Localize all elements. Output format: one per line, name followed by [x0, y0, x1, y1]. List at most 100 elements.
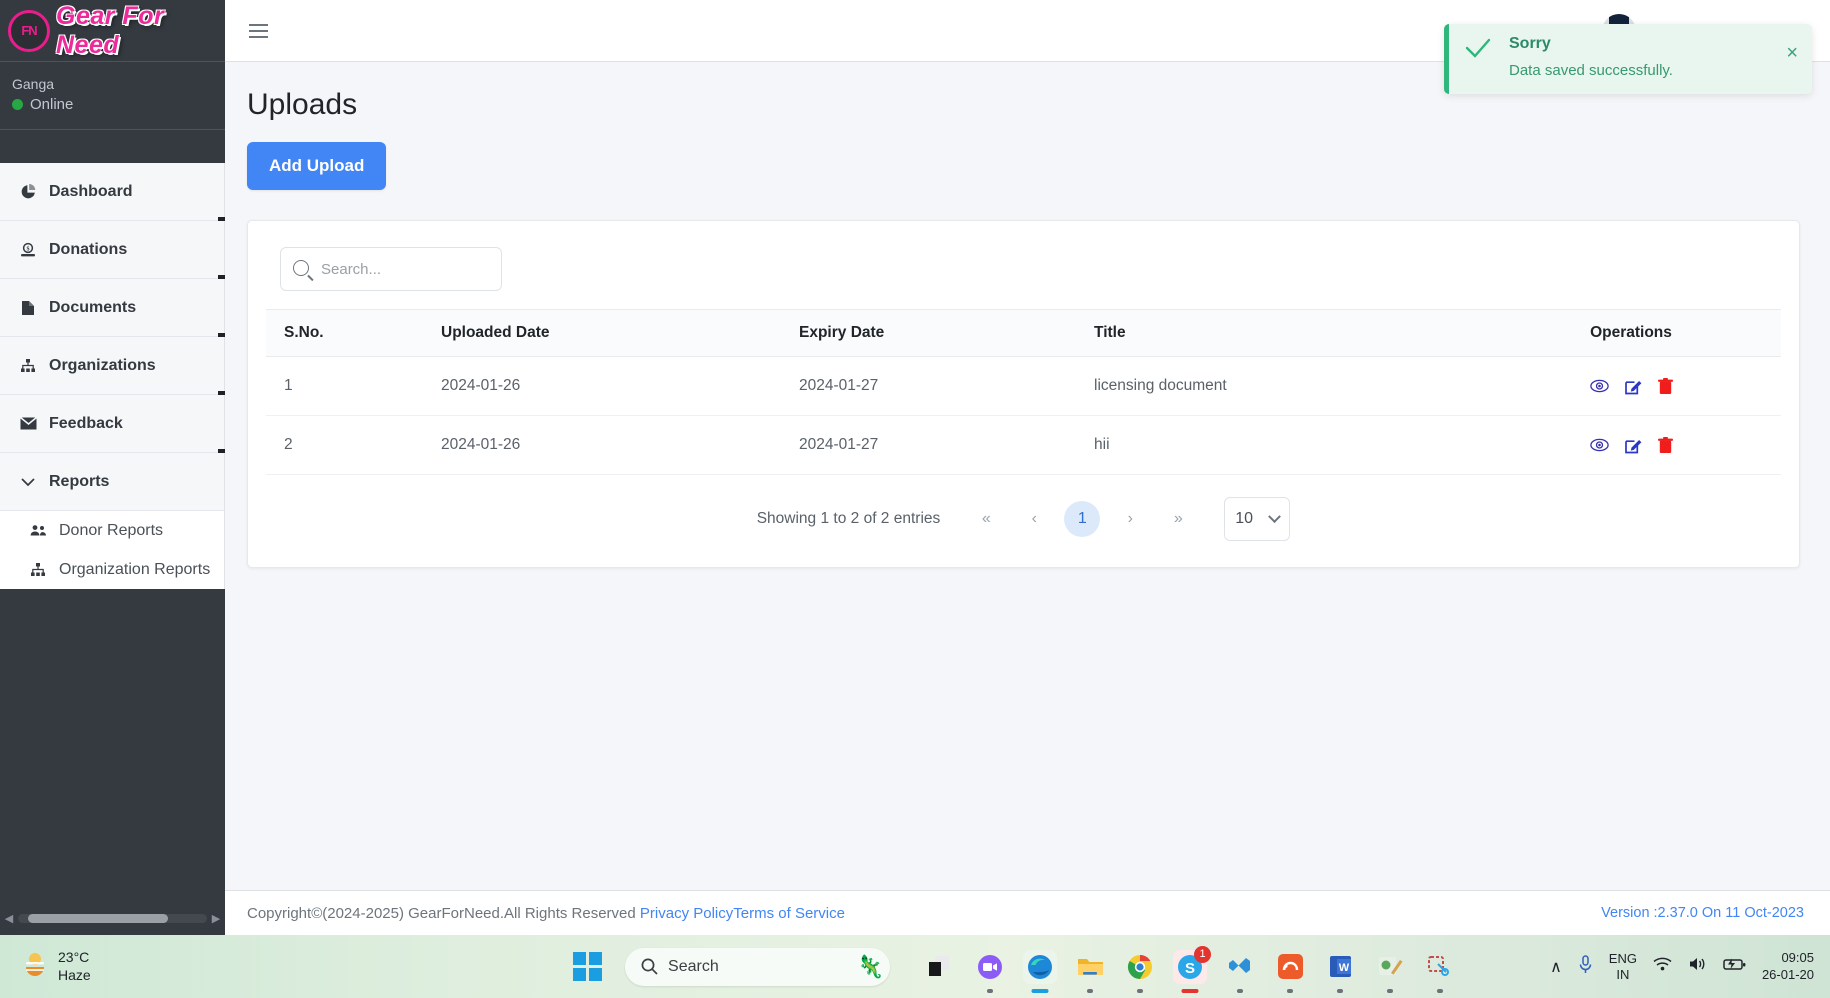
users-icon: [28, 524, 48, 537]
clock[interactable]: 09:05 26-01-20: [1762, 950, 1814, 984]
sidebar-item-label: Donor Reports: [59, 521, 164, 539]
view-icon[interactable]: [1589, 438, 1609, 452]
sidebar-item-organizations[interactable]: Organizations: [0, 337, 225, 398]
brand[interactable]: FN Gear For Need: [0, 0, 225, 62]
edit-icon[interactable]: [1624, 378, 1642, 395]
sidebar-item-label: Reports: [49, 472, 110, 490]
delete-icon[interactable]: [1657, 436, 1673, 454]
xmind-icon[interactable]: [1273, 950, 1307, 993]
sidebar-item-feedback[interactable]: Feedback: [0, 395, 225, 456]
vscode-icon[interactable]: [1223, 950, 1257, 993]
sidebar-item-reports[interactable]: Reports: [0, 453, 225, 511]
uploads-table: S.No. Uploaded Date Expiry Date Title Op…: [266, 309, 1781, 475]
volume-icon[interactable]: [1688, 956, 1707, 977]
scroll-thumb[interactable]: [28, 913, 168, 923]
snipping-tool-icon[interactable]: [1423, 950, 1457, 993]
weather-text: 23°C Haze: [58, 949, 91, 984]
pagination-prev-button[interactable]: ‹: [1010, 499, 1058, 539]
check-icon: [1465, 35, 1495, 83]
search-input[interactable]: [280, 247, 502, 291]
search-icon: [641, 958, 658, 975]
column-header-sno[interactable]: S.No.: [266, 309, 441, 357]
close-icon[interactable]: ×: [1786, 43, 1798, 63]
brand-logo-text: FN: [21, 23, 37, 38]
taskbar-center: Search 🦎 S 1 W: [480, 945, 1550, 993]
taskbar-weather-widget[interactable]: 23°C Haze: [0, 949, 480, 984]
toast-notification: Sorry Data saved successfully. ×: [1444, 24, 1812, 94]
battery-icon[interactable]: [1723, 957, 1746, 976]
pagination-page-1[interactable]: 1: [1064, 501, 1101, 537]
sidebar-item-label: Organizations: [49, 356, 156, 374]
chrome-icon[interactable]: [1123, 950, 1157, 993]
terms-of-service-link[interactable]: Terms of Service: [733, 905, 845, 922]
word-icon[interactable]: W: [1323, 950, 1357, 993]
clock-time: 09:05: [1781, 949, 1814, 965]
sidebar-nav: Dashboard $ Donations Documents Organiza…: [0, 163, 225, 589]
scroll-left-arrow-icon[interactable]: ◀: [2, 912, 16, 925]
main-area: Ganga-fundmanager Uploads Add Upload S.N…: [225, 0, 1830, 935]
start-button-icon[interactable]: [573, 952, 603, 981]
pagination: « ‹ 1 › »: [962, 499, 1202, 539]
pagination-last-button[interactable]: »: [1154, 499, 1202, 539]
toast-message: Data saved successfully.: [1509, 62, 1673, 79]
language-top: ENG: [1608, 950, 1637, 966]
column-header-expiry-date[interactable]: Expiry Date: [799, 309, 1094, 357]
privacy-policy-link[interactable]: Privacy Policy: [640, 905, 733, 922]
sidebar-item-donor-reports[interactable]: Donor Reports: [0, 511, 225, 550]
taskbar-search[interactable]: Search 🦎: [625, 947, 891, 986]
edge-icon[interactable]: [1023, 949, 1058, 993]
pie-chart-icon: [18, 183, 38, 200]
notification-badge: 1: [1194, 945, 1212, 963]
add-upload-button[interactable]: Add Upload: [247, 142, 387, 190]
cell-expiry-date: 2024-01-27: [799, 356, 1094, 416]
scroll-track[interactable]: [18, 913, 207, 923]
column-header-title[interactable]: Title: [1094, 309, 1481, 357]
meet-icon[interactable]: [973, 950, 1007, 993]
view-icon[interactable]: [1589, 379, 1609, 393]
delete-icon[interactable]: [1657, 377, 1673, 395]
language-indicator[interactable]: ENG IN: [1609, 951, 1637, 982]
document-icon: [18, 300, 38, 316]
skype-icon[interactable]: S 1: [1173, 945, 1212, 993]
taskbar-app-icons: S 1 W: [923, 945, 1457, 993]
wifi-icon[interactable]: [1653, 956, 1672, 977]
envelope-icon: [18, 417, 38, 430]
chevron-down-icon: [1268, 509, 1282, 523]
pagination-next-button[interactable]: ›: [1106, 499, 1154, 539]
svg-text:$: $: [27, 245, 30, 252]
table-head: S.No. Uploaded Date Expiry Date Title Op…: [266, 309, 1781, 357]
column-header-operations: Operations: [1481, 309, 1781, 357]
weather-temp: 23°C: [58, 949, 90, 965]
scroll-right-arrow-icon[interactable]: ▶: [209, 912, 223, 925]
sidebar-item-label: Documents: [49, 298, 137, 316]
file-explorer-icon[interactable]: [1073, 950, 1107, 993]
sidebar-item-organization-reports[interactable]: Organization Reports: [0, 550, 225, 589]
table-footer: Showing 1 to 2 of 2 entries « ‹ 1 › » 10: [266, 475, 1781, 545]
footer-version: Version :2.37.0 On 11 Oct-2023: [1601, 905, 1804, 921]
sidebar-item-dashboard[interactable]: Dashboard: [0, 163, 225, 224]
sidebar-item-donations[interactable]: $ Donations: [0, 221, 225, 282]
cell-uploaded-date: 2024-01-26: [441, 415, 799, 475]
pagination-first-button[interactable]: «: [962, 499, 1010, 539]
cell-title: hii: [1094, 415, 1481, 475]
sidebar-horizontal-scrollbar[interactable]: ◀ ▶: [0, 909, 225, 927]
clock-date: 26-01-20: [1761, 966, 1814, 982]
column-header-uploaded-date[interactable]: Uploaded Date: [441, 309, 799, 357]
uploads-card: S.No. Uploaded Date Expiry Date Title Op…: [247, 220, 1800, 568]
lens-icon[interactable]: [923, 950, 957, 984]
system-tray: ∧ ENG IN 09:05 26-01-20: [1550, 950, 1830, 984]
haze-icon: [22, 950, 48, 983]
chevron-up-icon[interactable]: ∧: [1550, 957, 1562, 977]
sidebar-item-label: Dashboard: [49, 182, 133, 200]
per-page-select[interactable]: 10: [1224, 497, 1291, 541]
user-status: Online: [12, 96, 213, 113]
microphone-icon[interactable]: [1578, 954, 1593, 979]
search-icon: [293, 260, 309, 276]
paint-icon[interactable]: [1373, 950, 1407, 993]
svg-text:S: S: [1185, 960, 1195, 977]
edit-icon[interactable]: [1624, 437, 1642, 454]
sidebar-item-documents[interactable]: Documents: [0, 279, 225, 340]
hamburger-icon[interactable]: [245, 20, 272, 42]
donation-icon: $: [18, 242, 38, 258]
table-body: 1 2024-01-26 2024-01-27 licensing docume…: [266, 356, 1781, 475]
